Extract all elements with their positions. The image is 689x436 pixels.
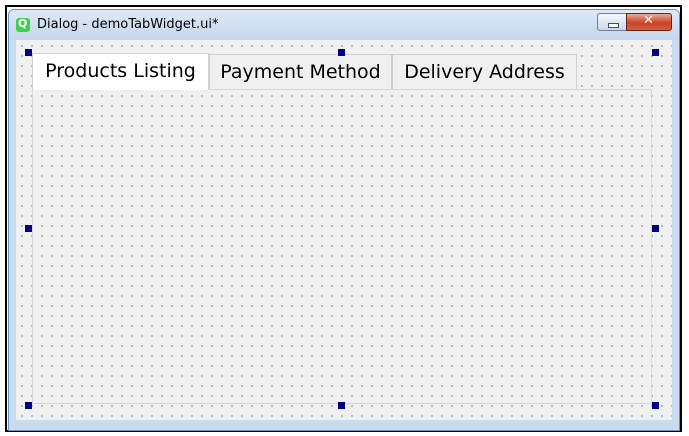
selection-handle-middle-right[interactable] bbox=[652, 225, 659, 232]
tab-delivery-address[interactable]: Delivery Address bbox=[392, 54, 577, 90]
window-title: Dialog - demoTabWidget.ui* bbox=[37, 17, 219, 32]
qt-logo-icon bbox=[16, 17, 30, 32]
selection-handle-middle-left[interactable] bbox=[25, 225, 32, 232]
selection-handle-bottom-center[interactable] bbox=[338, 402, 345, 409]
selection-handle-top-left[interactable] bbox=[25, 49, 32, 56]
tab-products-listing[interactable]: Products Listing bbox=[32, 53, 209, 90]
selection-handle-top-right[interactable] bbox=[652, 49, 659, 56]
tab-label: Payment Method bbox=[220, 61, 381, 83]
selection-handle-bottom-left[interactable] bbox=[25, 402, 32, 409]
tab-label: Products Listing bbox=[45, 60, 196, 82]
selection-handle-bottom-right[interactable] bbox=[652, 402, 659, 409]
form-canvas[interactable]: Products Listing Payment Method Delivery… bbox=[16, 40, 672, 420]
minimize-button[interactable] bbox=[597, 13, 627, 31]
tab-page-area[interactable] bbox=[32, 89, 652, 404]
selection-handle-top-center[interactable] bbox=[338, 49, 345, 56]
dialog-window: Dialog - demoTabWidget.ui* Products List… bbox=[8, 9, 680, 431]
close-button[interactable] bbox=[626, 13, 672, 31]
tab-label: Delivery Address bbox=[404, 61, 565, 83]
title-bar[interactable]: Dialog - demoTabWidget.ui* bbox=[9, 10, 679, 40]
tab-payment-method[interactable]: Payment Method bbox=[209, 54, 392, 90]
